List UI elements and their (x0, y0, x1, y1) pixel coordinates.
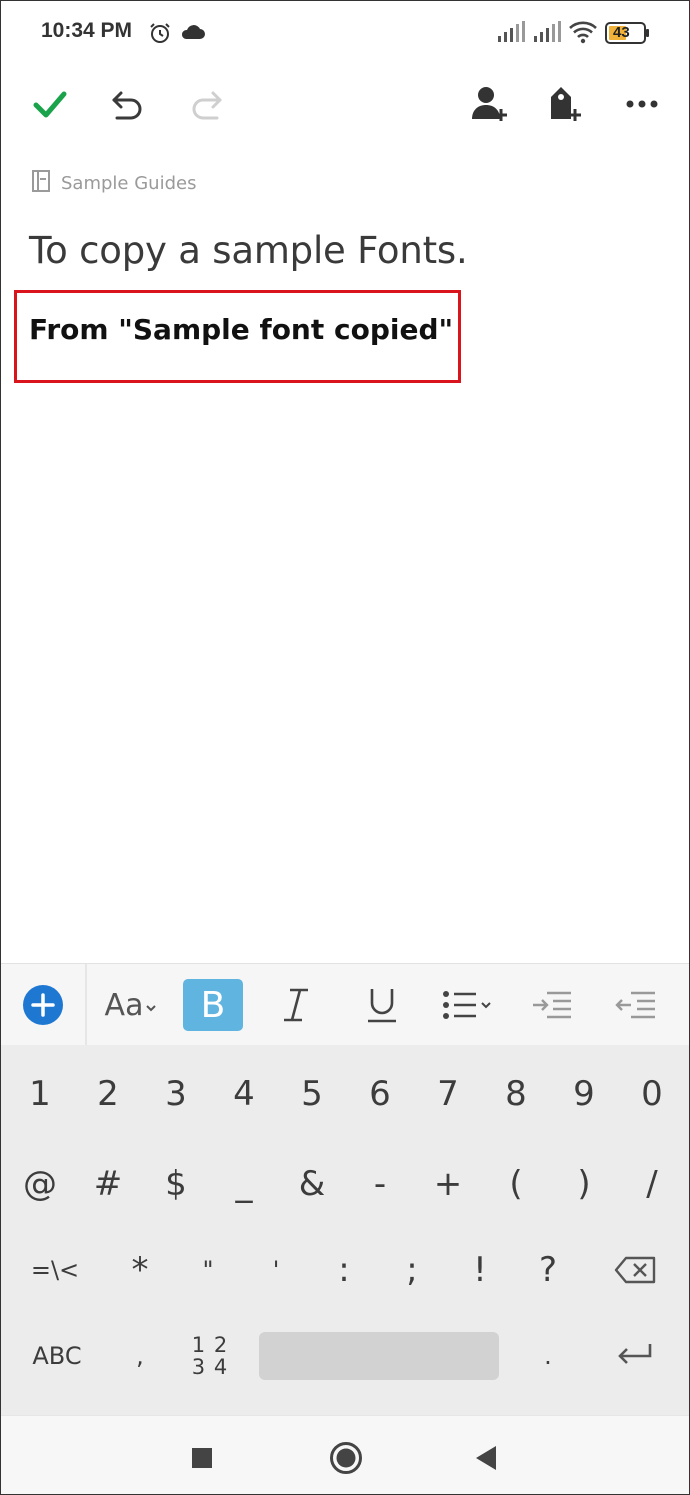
italic-button[interactable] (271, 978, 321, 1032)
key-comma[interactable]: , (107, 1321, 173, 1391)
status-bar: 10:34 PM 43 (1, 1, 689, 65)
notebook-name: Sample Guides (61, 172, 197, 194)
recents-icon (192, 1448, 212, 1468)
key-7[interactable]: 7 (415, 1059, 481, 1129)
backspace-key[interactable] (599, 1235, 671, 1305)
add-tag-button[interactable] (539, 79, 589, 129)
more-options-button[interactable] (617, 79, 667, 129)
key-3[interactable]: 3 (143, 1059, 209, 1129)
back-icon (476, 1446, 496, 1470)
back-button[interactable] (466, 1438, 506, 1478)
keyboard-row-bottom: ABC , 1 2 3 4 . (1, 1321, 689, 1391)
note-title[interactable]: To copy a sample Fonts. (29, 229, 468, 272)
more-icon (626, 100, 658, 108)
signal-icon (497, 21, 525, 48)
redo-icon (192, 91, 222, 120)
key-number-pad[interactable]: 1 2 3 4 (177, 1321, 243, 1391)
notebook-icon (31, 169, 51, 198)
battery-icon: 43 (605, 21, 651, 50)
key-more-symbols[interactable]: =\< (15, 1235, 95, 1305)
bold-button[interactable]: B (183, 979, 243, 1031)
keyboard-row-symbols: @ # $ _ & - + ( ) / (1, 1149, 689, 1219)
backspace-icon (614, 1256, 656, 1284)
undo-icon (112, 91, 142, 120)
key-period[interactable]: . (515, 1321, 581, 1391)
key-at[interactable]: @ (7, 1149, 73, 1219)
key-apostrophe[interactable]: ' (243, 1235, 309, 1305)
num-pad-top: 1 2 (191, 1333, 229, 1357)
screen: 10:34 PM 43 Sample Guides To copy a samp… (0, 0, 690, 1495)
key-dollar[interactable]: $ (143, 1149, 209, 1219)
format-bar-divider (85, 964, 87, 1046)
key-plus[interactable]: + (415, 1149, 481, 1219)
key-colon[interactable]: : (311, 1235, 377, 1305)
home-icon (330, 1442, 362, 1474)
key-right-paren[interactable]: ) (551, 1149, 617, 1219)
cloud-icon (180, 23, 206, 46)
key-asterisk[interactable]: * (107, 1235, 173, 1305)
key-left-paren[interactable]: ( (483, 1149, 549, 1219)
key-question[interactable]: ? (515, 1235, 581, 1305)
alarm-icon (148, 21, 172, 50)
indent-icon (533, 991, 571, 1019)
key-double-quote[interactable]: " (175, 1235, 241, 1305)
key-ampersand[interactable]: & (279, 1149, 345, 1219)
key-6[interactable]: 6 (347, 1059, 413, 1129)
outdent-button[interactable] (611, 978, 661, 1032)
recents-button[interactable] (182, 1438, 222, 1478)
home-button[interactable] (326, 1438, 366, 1478)
key-2[interactable]: 2 (75, 1059, 141, 1129)
underline-button[interactable] (357, 978, 407, 1032)
key-1[interactable]: 1 (7, 1059, 73, 1129)
list-button[interactable] (441, 978, 495, 1032)
font-size-label: Aa (104, 987, 144, 1023)
checkmark-icon (33, 91, 67, 118)
symbol-keyboard: 1 2 3 4 5 6 7 8 9 0 @ # $ _ & - + ( ) / … (1, 1045, 689, 1415)
key-8[interactable]: 8 (483, 1059, 549, 1129)
num-pad-bottom: 3 4 (191, 1355, 229, 1379)
key-9[interactable]: 9 (551, 1059, 617, 1129)
keyboard-row-numbers: 1 2 3 4 5 6 7 8 9 0 (1, 1059, 689, 1129)
enter-icon (618, 1344, 652, 1364)
font-size-button[interactable]: Aa (101, 978, 161, 1032)
add-icon (23, 985, 63, 1025)
insert-button[interactable] (19, 978, 67, 1032)
bullet-list-icon (443, 991, 491, 1019)
notebook-selector[interactable]: Sample Guides (31, 169, 196, 197)
key-5[interactable]: 5 (279, 1059, 345, 1129)
keyboard-row-punctuation: =\< * " ' : ; ! ? (1, 1235, 689, 1305)
key-semicolon[interactable]: ; (379, 1235, 445, 1305)
editor-toolbar (1, 71, 689, 135)
wifi-icon (568, 20, 598, 49)
key-underscore[interactable]: _ (211, 1149, 277, 1219)
undo-button[interactable] (103, 79, 153, 129)
underline-icon (368, 989, 396, 1023)
system-nav-bar (1, 1415, 689, 1494)
outdent-icon (615, 991, 655, 1019)
chevron-down-icon (146, 1005, 157, 1012)
battery-level: 43 (613, 24, 630, 41)
bold-icon: B (200, 984, 226, 1026)
add-tag-icon (551, 87, 581, 121)
key-abc[interactable]: ABC (15, 1321, 99, 1391)
key-slash[interactable]: / (619, 1149, 685, 1219)
status-time: 10:34 PM (41, 19, 133, 42)
enter-key[interactable] (599, 1321, 671, 1391)
indent-button[interactable] (527, 978, 577, 1032)
key-4[interactable]: 4 (211, 1059, 277, 1129)
redo-button[interactable] (181, 79, 231, 129)
add-user-icon (472, 87, 507, 121)
key-hash[interactable]: # (75, 1149, 141, 1219)
formatting-bar: Aa B (1, 963, 689, 1046)
key-minus[interactable]: - (347, 1149, 413, 1219)
done-button[interactable] (25, 79, 75, 129)
space-key[interactable] (259, 1332, 499, 1380)
share-note-button[interactable] (465, 79, 515, 129)
italic-icon (284, 988, 308, 1022)
key-exclamation[interactable]: ! (447, 1235, 513, 1305)
key-0[interactable]: 0 (619, 1059, 685, 1129)
highlight-box (14, 290, 461, 383)
signal-icon (533, 21, 561, 48)
